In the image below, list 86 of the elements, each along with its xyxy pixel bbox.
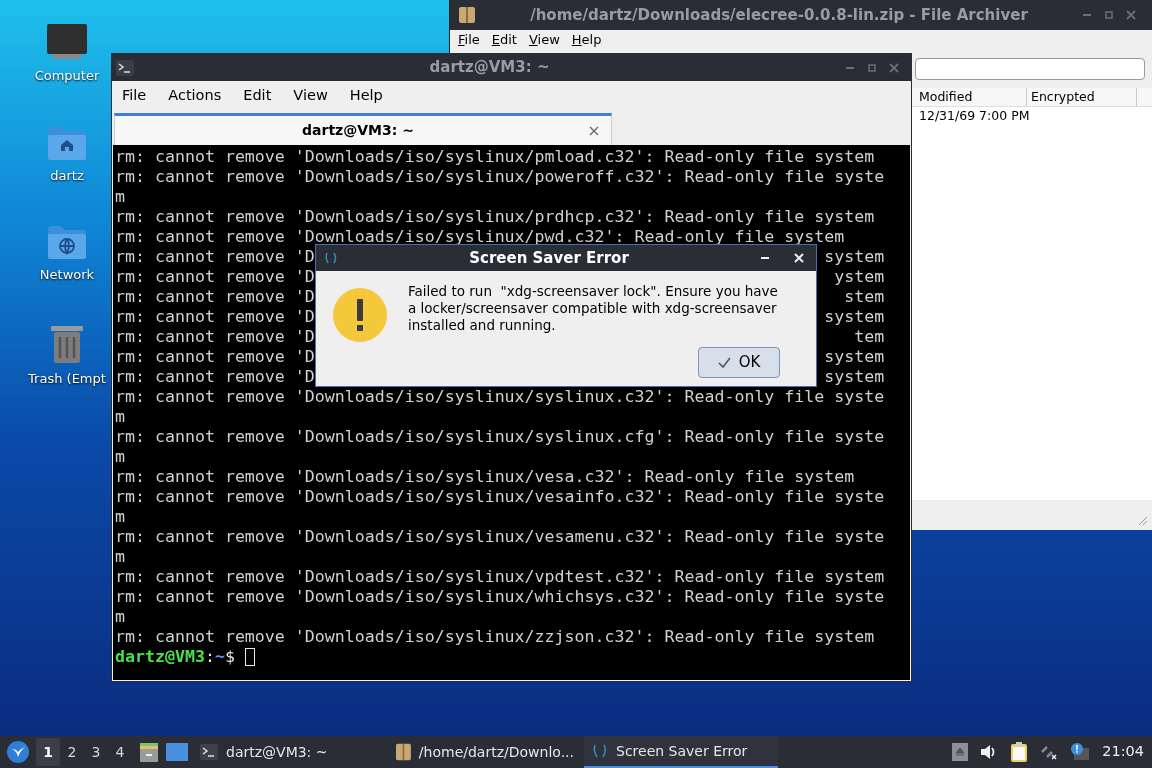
desktop-icon-label[interactable]: Network (39, 265, 95, 285)
terminal-icon (200, 744, 218, 760)
terminal-line: system (824, 307, 885, 327)
taskbar-task[interactable]: dartz@VM3: ~ (192, 736, 386, 768)
workspace-button[interactable]: 2 (60, 738, 84, 766)
terminal-line: rm: cannot remove 'D (115, 307, 315, 327)
menu-item[interactable]: Edit (243, 85, 272, 107)
network-disconnected-icon[interactable] (1040, 744, 1059, 760)
prompt-text: : (204, 647, 215, 667)
menu-item[interactable]: Help (571, 30, 602, 50)
terminal-line: rm: cannot remove 'Downloads/iso/syslinux/syslinux.cfg': Read-only file syste (115, 427, 885, 447)
window-title: /home/dartz/Downloads/elecree-0.0.8-lin.zip - File Archiver (529, 4, 1029, 26)
terminal-line: rm: cannot remove 'D (115, 287, 315, 307)
terminal-line: stem (844, 287, 885, 307)
archive-box-icon (458, 6, 476, 24)
menu-item[interactable]: Actions (168, 85, 222, 107)
taskbar-task[interactable]: Screen Saver Error (584, 736, 778, 768)
prompt-text: $ (224, 647, 235, 667)
terminal-line: rm: cannot remove 'D (115, 247, 315, 267)
menu-item[interactable]: File (122, 85, 147, 107)
window-title: dartz@VM3: ~ (429, 57, 550, 79)
terminal-line: tem (854, 327, 885, 347)
terminal-line: m (115, 187, 125, 207)
eject-icon[interactable] (952, 743, 969, 761)
maximize-icon[interactable] (867, 62, 877, 73)
terminal-icon (116, 59, 134, 76)
prompt-text: dartz@VM3 (115, 647, 205, 667)
terminal-line: rm: cannot remove 'Downloads/iso/syslinux/pmload.c32': Read-only file system (115, 147, 875, 167)
clipboard-icon[interactable] (1010, 742, 1029, 762)
terminal-line: rm: cannot remove 'Downloads/iso/syslinux/vesainfo.c32': Read-only file syste (115, 487, 885, 507)
terminal-line: system (824, 367, 885, 387)
terminal-line: rm: cannot remove 'D (115, 267, 315, 287)
table-cell-text: 12/31/69 7:00 PM (918, 106, 1030, 125)
terminal-line: rm: cannot remove 'Downloads/iso/syslinux/vesa.c32': Read-only file system (115, 467, 855, 487)
start-menu-icon[interactable] (6, 740, 30, 764)
terminal-line: m (115, 447, 125, 467)
menu-item[interactable]: Help (349, 85, 383, 107)
dialog-title: Screen Saver Error (468, 247, 630, 269)
file-cabinet-icon[interactable] (138, 741, 160, 763)
taskbar-task[interactable]: /home/dartz/Downlo... (388, 736, 582, 768)
terminal-line: rm: cannot remove 'D (115, 327, 315, 347)
desktop-icon-label[interactable]: Trash (Empt (28, 368, 106, 388)
clock[interactable]: 21:04 (1102, 741, 1144, 763)
terminal-line: system (824, 247, 885, 267)
prompt-text: ~ (214, 647, 225, 667)
maximize-icon[interactable] (1104, 10, 1114, 20)
terminal-line: rm: cannot remove 'Downloads/iso/syslinux/syslinux.c32': Read-only file syste (115, 387, 885, 407)
terminal-line: rm: cannot remove 'Downloads/iso/syslinux/poweroff.c32': Read-only file syste (115, 167, 885, 187)
text-cursor (244, 648, 255, 666)
terminal-line: rm: cannot remove 'Downloads/iso/syslinux/vesamenu.c32': Read-only file syste (115, 527, 885, 547)
terminal-line: rm: cannot remove 'Downloads/iso/syslinux/whichsys.c32': Read-only file syste (115, 587, 885, 607)
menu-item[interactable]: File (458, 30, 480, 50)
location-field[interactable] (915, 58, 1145, 80)
menu-item[interactable]: View (528, 30, 560, 50)
column-header[interactable]: Encrypted (1027, 88, 1137, 106)
app-icon (324, 251, 338, 265)
terminal-line: m (115, 507, 125, 527)
terminal-line: rm: cannot remove 'Downloads/iso/syslinux/zzjson.c32': Read-only file system (115, 627, 875, 647)
column-header[interactable]: Modified (915, 88, 1027, 106)
check-icon (717, 357, 731, 368)
notification-icon[interactable] (1070, 743, 1091, 761)
error-message: Failed to run "xdg-screensaver lock". Ensure you have a locker/screensaver compatible with xdg-screensaver installed and running. (408, 283, 779, 334)
app-icon (592, 743, 608, 759)
resize-grip-icon[interactable] (1138, 516, 1148, 526)
network-folder-icon (46, 223, 88, 261)
workspace-button[interactable]: 1 (36, 738, 60, 766)
workspace-button[interactable]: 3 (84, 738, 108, 766)
terminal-line: rm: cannot remove 'Downloads/iso/syslinux/prdhcp.c32': Read-only file system (115, 207, 875, 227)
warning-icon (332, 287, 388, 343)
terminal-line: rm: cannot remove 'Downloads/iso/syslinux/pwd.c32': Read-only file system (115, 227, 845, 247)
terminal-line: m (115, 547, 125, 567)
terminal-line: rm: cannot remove 'Downloads/iso/syslinux/vpdtest.c32': Read-only file system (115, 567, 885, 587)
menu-item[interactable]: Edit (491, 30, 517, 50)
terminal-line: ystem (834, 267, 885, 287)
terminal-line: m (115, 607, 125, 627)
monitor-icon (45, 22, 89, 62)
terminal-tab[interactable]: dartz@VM3: ~ (114, 113, 612, 145)
terminal-line: rm: cannot remove 'D (115, 367, 315, 387)
ok-button[interactable]: OK (698, 347, 780, 378)
close-tab-icon[interactable] (589, 125, 599, 136)
workspace-button[interactable]: 4 (108, 738, 132, 766)
archive-box-icon (396, 742, 411, 762)
terminal-line: rm: cannot remove 'D (115, 347, 315, 367)
terminal-line: system (824, 347, 885, 367)
terminal-line: m (115, 407, 125, 427)
menu-item[interactable]: View (293, 85, 328, 107)
